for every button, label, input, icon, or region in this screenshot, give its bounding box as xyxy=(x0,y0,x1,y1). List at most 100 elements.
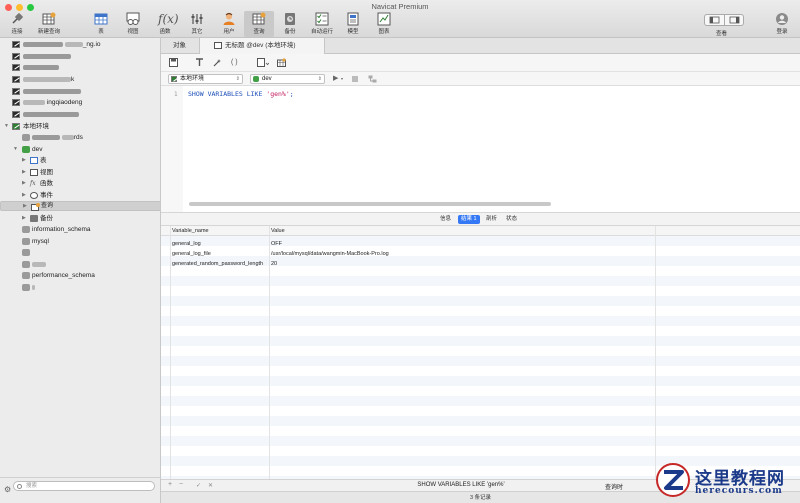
database-item[interactable]: performance_schema xyxy=(0,270,160,281)
toolbar-autorun-button[interactable]: 自动运行 xyxy=(307,11,337,37)
tab-bar: 对象 无标题 @dev (本地环境) xyxy=(161,38,800,54)
collapse-triangle-icon[interactable]: ▶ xyxy=(22,167,26,178)
database-item-dev[interactable]: ▼ dev xyxy=(0,144,160,155)
tree-item-views[interactable]: ▶ 视图 xyxy=(0,167,160,178)
tree-item-backups[interactable]: ▶ 备份 xyxy=(0,213,160,224)
toolbar-table-button[interactable]: 表 xyxy=(86,11,116,37)
database-label: dev xyxy=(32,146,43,153)
tree-item-tables[interactable]: ▶ 表 xyxy=(0,155,160,166)
tree-item-queries[interactable]: ▶ 查询 xyxy=(0,201,160,211)
expand-triangle-icon[interactable]: ▼ xyxy=(4,121,9,132)
add-row-icon[interactable]: + xyxy=(168,481,172,488)
tab-query[interactable]: 无标题 @dev (本地环境) xyxy=(199,38,325,54)
connection-select[interactable]: 本地环境 ⇕ xyxy=(168,74,243,84)
grid-cell[interactable]: /usr/local/mysql/data/wangmin-MacBook-Pr… xyxy=(271,249,651,259)
explain-icon[interactable] xyxy=(368,75,377,85)
database-select[interactable]: dev ⇕ xyxy=(250,74,325,84)
connection-item[interactable] xyxy=(0,62,160,73)
discard-x-icon[interactable]: ✕ xyxy=(208,482,213,489)
toolbar-other-button[interactable]: 其它 xyxy=(182,11,212,37)
tab-objects[interactable]: 对象 xyxy=(173,38,186,54)
tree-item-functions[interactable]: ▶ fx 函数 xyxy=(0,178,160,189)
database-item[interactable]: rds xyxy=(0,132,160,143)
view-toggle[interactable] xyxy=(704,14,744,26)
collapse-triangle-icon[interactable]: ▶ xyxy=(22,213,26,224)
info-panel-toggle-icon[interactable] xyxy=(725,15,744,25)
result-tab-status[interactable]: 状态 xyxy=(503,215,520,224)
connection-label-blurred: ingqiaodeng xyxy=(23,97,82,108)
collapse-triangle-icon[interactable]: ▶ xyxy=(23,202,27,210)
collapse-triangle-icon[interactable]: ▶ xyxy=(22,190,26,201)
export-query-icon[interactable] xyxy=(277,58,286,68)
database-icon xyxy=(22,261,30,268)
column-header-value[interactable]: Value xyxy=(271,226,651,236)
watermark: 这里教程网 herecours.com xyxy=(655,462,800,502)
updown-arrow-icon: ⇕ xyxy=(317,76,322,82)
collapse-triangle-icon[interactable]: ▶ xyxy=(22,178,26,189)
editor-horizontal-scrollbar[interactable] xyxy=(189,202,551,206)
result-tab-info[interactable]: 信息 xyxy=(437,215,454,224)
connection-item[interactable]: ingqiaodeng xyxy=(0,97,160,108)
database-item[interactable]: information_schema xyxy=(0,224,160,235)
result-tab-result-1[interactable]: 结果 1 xyxy=(458,215,480,224)
connection-icon xyxy=(12,64,20,71)
result-grid: Variable_name Value general_log OFF gene… xyxy=(161,226,800,479)
sql-editor[interactable]: 1 SHOW VARIABLES LIKE 'gen%'; xyxy=(161,86,800,212)
query-builder-icon[interactable] xyxy=(195,58,204,68)
connection-item[interactable] xyxy=(0,109,160,120)
grid-cell[interactable]: general_log_file xyxy=(172,249,268,259)
column-header-variable-name[interactable]: Variable_name xyxy=(172,226,268,236)
database-item[interactable] xyxy=(0,247,160,258)
connection-item[interactable] xyxy=(0,51,160,62)
tree-item-events[interactable]: ▶ 事件 xyxy=(0,190,160,201)
result-tab-profile[interactable]: 剖析 xyxy=(483,215,500,224)
beautify-sql-icon[interactable] xyxy=(213,58,222,68)
toolbar-connect-button[interactable]: 连接 xyxy=(2,11,32,37)
run-icon[interactable]: ▶ xyxy=(333,74,338,82)
toolbar-other-label: 其它 xyxy=(191,29,203,35)
connection-item[interactable] xyxy=(0,86,160,97)
grid-cell[interactable]: general_log xyxy=(172,239,268,249)
database-item[interactable] xyxy=(0,259,160,270)
plug-connect-icon xyxy=(10,12,24,26)
toolbar-chart-label: 图表 xyxy=(378,29,390,35)
connection-label-fragment: k xyxy=(71,76,75,83)
connection-icon xyxy=(171,76,177,82)
database-label-blurred xyxy=(32,282,35,293)
connection-icon xyxy=(12,99,20,106)
tree-item-label: 备份 xyxy=(40,215,53,222)
local-connection-item[interactable]: ▼ 本地环境 xyxy=(0,121,160,132)
save-icon[interactable] xyxy=(169,58,178,68)
connection-item[interactable]: _ng​.io xyxy=(0,39,160,50)
stop-icon[interactable] xyxy=(352,76,358,82)
database-item[interactable]: mysql xyxy=(0,236,160,247)
toolbar-table-label: 表 xyxy=(98,29,104,35)
toolbar-user-button[interactable]: 用户 xyxy=(214,11,244,37)
connection-item[interactable]: k xyxy=(0,74,160,85)
toolbar-backup-button[interactable]: 备份 xyxy=(275,11,305,37)
toolbar-model-button[interactable]: 模型 xyxy=(338,11,368,37)
toolbar-login-button[interactable]: 登录 xyxy=(767,11,797,37)
sql-keywords: SHOW VARIABLES LIKE xyxy=(188,90,267,98)
apply-checkmark-icon[interactable]: ✓ xyxy=(196,482,201,489)
database-icon xyxy=(22,134,30,141)
grid-cell[interactable]: 20 xyxy=(271,259,651,269)
toolbar-view-button[interactable]: 视图 xyxy=(118,11,148,37)
toolbar-query-button[interactable]: 查询 xyxy=(244,11,274,37)
grid-cell[interactable]: generated_random_password_length xyxy=(172,259,270,269)
expand-triangle-icon[interactable]: ▼ xyxy=(13,144,18,155)
code-snippet-icon[interactable] xyxy=(257,58,270,68)
toolbar-function-button[interactable]: f(x) 函数 xyxy=(150,11,180,37)
gear-icon[interactable]: ⚙ xyxy=(4,485,11,494)
parentheses-icon[interactable]: ( ) xyxy=(231,58,238,68)
collapse-triangle-icon[interactable]: ▶ xyxy=(22,155,26,166)
connection-label-blurred: _ng​.io xyxy=(23,39,101,50)
grid-cell[interactable]: OFF xyxy=(271,239,651,249)
sidebar-toggle-icon[interactable] xyxy=(705,15,725,25)
sidebar-search-input[interactable]: 搜索 xyxy=(13,481,155,491)
database-item[interactable] xyxy=(0,282,160,293)
delete-row-icon[interactable]: − xyxy=(179,481,183,488)
toolbar-chart-button[interactable]: 图表 xyxy=(369,11,399,37)
run-dropdown-icon[interactable]: ▾ xyxy=(341,76,343,81)
toolbar-new-query-button[interactable]: 新建查询 xyxy=(34,11,64,37)
